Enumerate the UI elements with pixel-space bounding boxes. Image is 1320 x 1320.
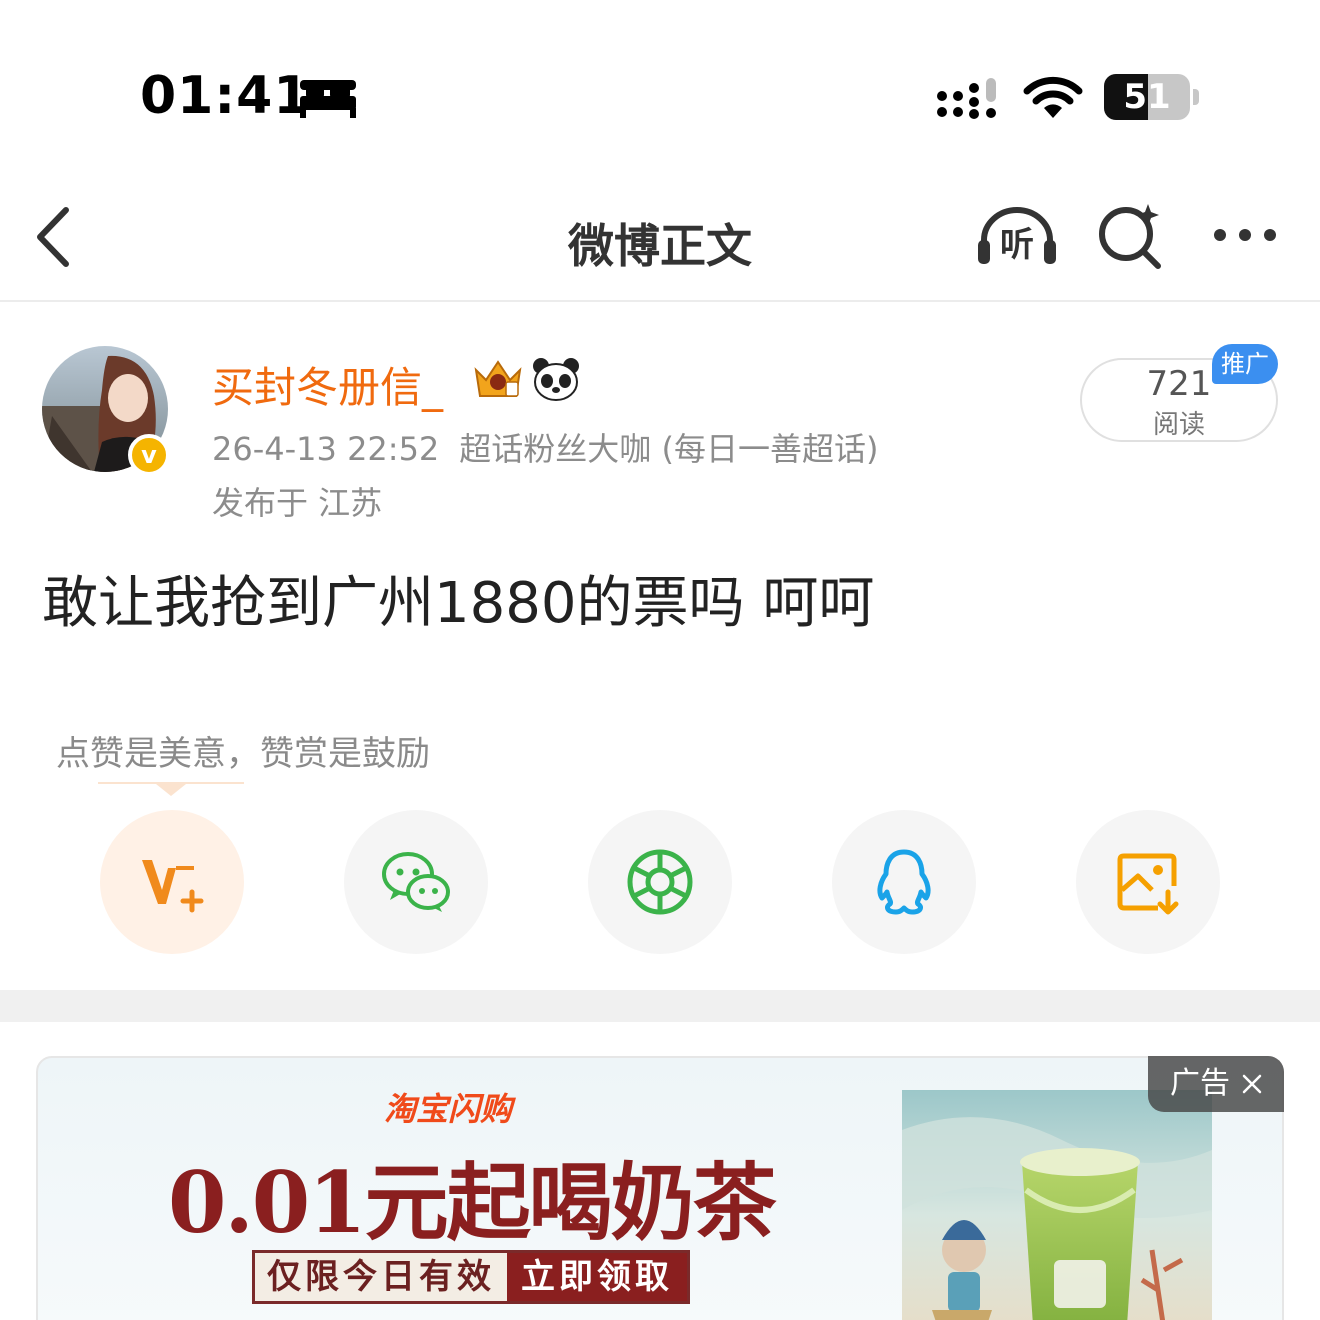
ad-banner[interactable]: 淘宝闪购 0.01元起喝奶茶 仅限今日有效 立即领取 bbox=[36, 1056, 1284, 1320]
listen-icon[interactable]: 听 bbox=[974, 202, 1060, 268]
crown-badge-icon[interactable] bbox=[470, 356, 526, 402]
post-body: 敢让我抢到广州1880的票吗 呵呵 bbox=[42, 571, 875, 636]
status-bar: 01:41 51 bbox=[0, 0, 1320, 180]
panda-icon[interactable] bbox=[532, 356, 580, 402]
save-image-icon bbox=[1117, 853, 1179, 915]
close-icon[interactable] bbox=[1242, 1074, 1262, 1094]
share-moments-button[interactable] bbox=[588, 810, 732, 954]
qq-icon bbox=[877, 849, 931, 915]
post-source[interactable]: 超话粉丝大咖 (每日一善超话) bbox=[459, 430, 878, 468]
ad-product-image bbox=[902, 1090, 1212, 1320]
post-timestamp: 26-4-13 22:52 bbox=[212, 430, 440, 468]
ad-claim-button[interactable]: 立即领取 bbox=[507, 1253, 687, 1301]
username[interactable]: 买封冬册信_ bbox=[212, 354, 443, 415]
reward-tip-arrow bbox=[98, 782, 244, 796]
wifi-icon bbox=[1023, 76, 1083, 118]
vplus-reward-icon bbox=[142, 860, 204, 913]
ad-cta-limit: 仅限今日有效 bbox=[255, 1253, 507, 1301]
verified-badge: v bbox=[128, 434, 170, 476]
promo-badge: 推广 bbox=[1212, 344, 1278, 384]
ad-label: 广告 bbox=[1170, 1066, 1230, 1101]
battery-icon: 51 bbox=[1104, 74, 1199, 120]
ad-label-close[interactable]: 广告 bbox=[1148, 1056, 1284, 1112]
battery-level: 51 bbox=[1123, 77, 1171, 117]
share-wechat-button[interactable] bbox=[344, 810, 488, 954]
ad-headline: 0.01元起喝奶茶 bbox=[168, 1153, 777, 1252]
nav-bar: 微博正文 听 bbox=[0, 180, 1320, 302]
ad-cta: 仅限今日有效 立即领取 bbox=[252, 1250, 690, 1304]
reward-hint: 点赞是美意，赞赏是鼓励 bbox=[56, 734, 430, 774]
save-image-button[interactable] bbox=[1076, 810, 1220, 954]
listen-glyph: 听 bbox=[1000, 225, 1034, 265]
moments-icon bbox=[627, 849, 693, 915]
search-icon[interactable] bbox=[1096, 200, 1166, 270]
share-row bbox=[0, 810, 1320, 956]
share-qq-button[interactable] bbox=[832, 810, 976, 954]
section-divider bbox=[0, 990, 1320, 1022]
post-meta: 26-4-13 22:52 超话粉丝大咖 (每日一善超话) bbox=[212, 424, 878, 470]
more-icon[interactable] bbox=[1210, 222, 1280, 248]
bed-icon bbox=[300, 80, 356, 118]
post-location: 发布于 江苏 bbox=[212, 484, 383, 522]
wechat-icon bbox=[382, 852, 450, 912]
signal-icon bbox=[937, 78, 996, 119]
vplus-reward-button[interactable] bbox=[100, 810, 244, 954]
reads-label: 阅读 bbox=[1152, 410, 1205, 440]
status-time: 01:41 bbox=[140, 66, 311, 126]
ad-brand: 淘宝闪购 bbox=[384, 1090, 513, 1128]
